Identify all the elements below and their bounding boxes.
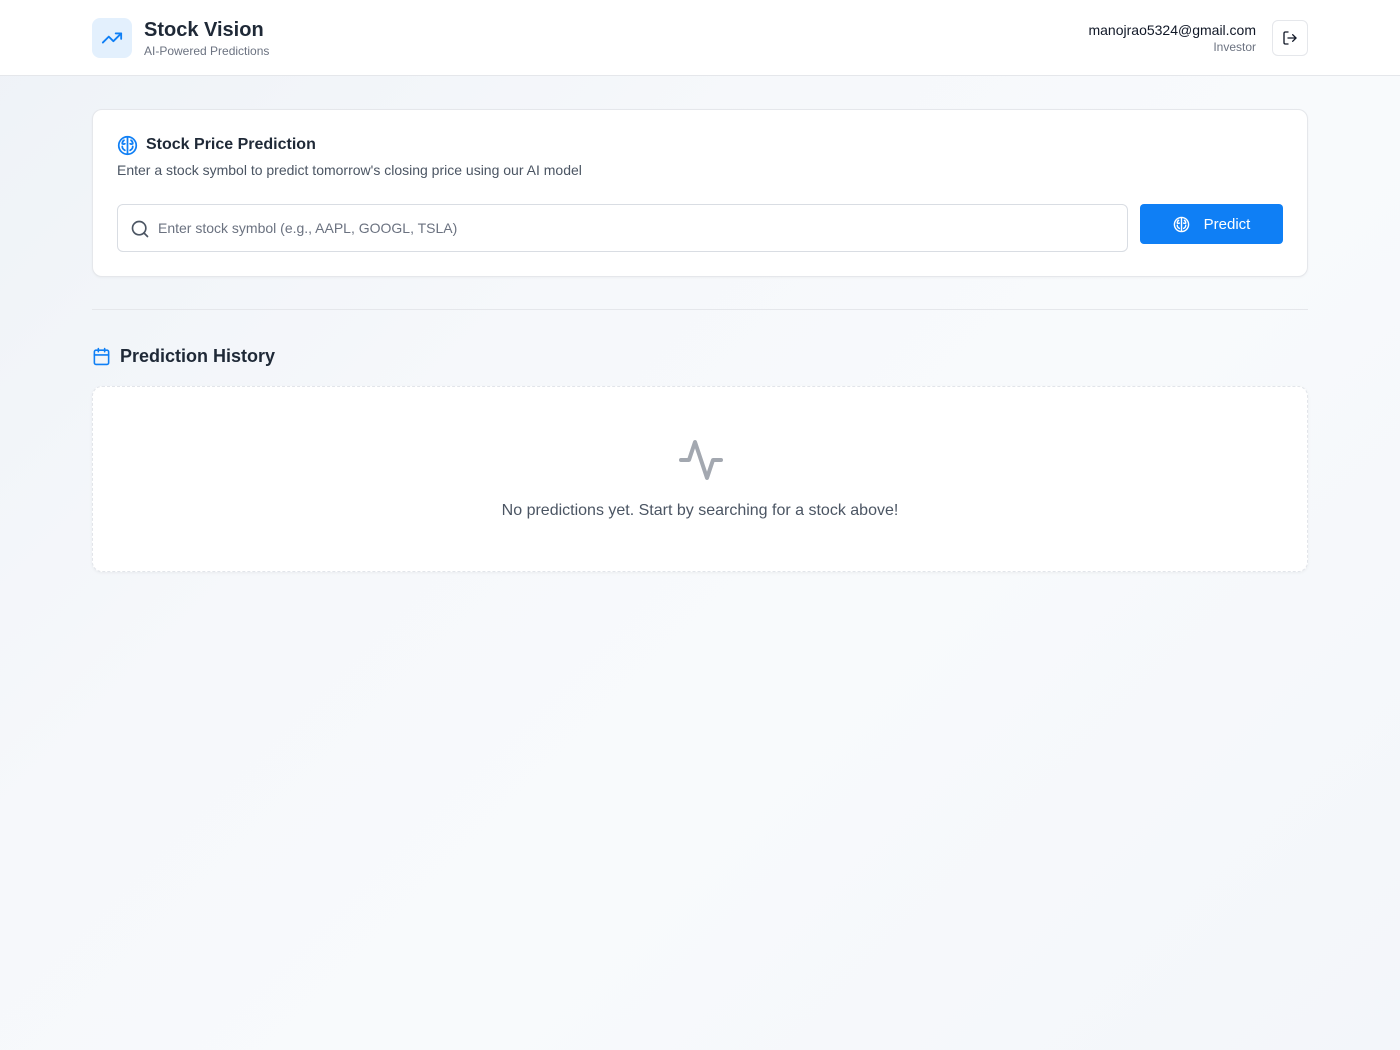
brain-icon xyxy=(117,135,138,155)
predict-button[interactable]: Predict xyxy=(1140,204,1283,244)
search-field[interactable] xyxy=(117,204,1128,252)
stock-symbol-input[interactable] xyxy=(158,205,1118,251)
history-empty-state: No predictions yet. Start by searching f… xyxy=(92,386,1308,572)
log-out-icon xyxy=(1283,31,1297,45)
user-email: manojrao5324@gmail.com xyxy=(1088,22,1256,38)
app-title: Stock Vision xyxy=(144,19,264,41)
prediction-card-title: Stock Price Prediction xyxy=(146,136,316,153)
empty-state-message: No predictions yet. Start by searching f… xyxy=(501,502,899,519)
trending-up-icon xyxy=(101,32,123,44)
user-role: Investor xyxy=(1213,40,1256,54)
app-logo xyxy=(92,18,132,58)
activity-icon xyxy=(679,440,723,480)
history-title: Prediction History xyxy=(120,345,276,366)
history-header: Prediction History xyxy=(92,344,275,368)
app-subtitle: AI-Powered Predictions xyxy=(144,44,270,58)
logout-button[interactable] xyxy=(1272,20,1308,56)
prediction-card-description: Enter a stock symbol to predict tomorrow… xyxy=(117,162,582,178)
section-divider xyxy=(92,309,1308,310)
predict-button-label: Predict xyxy=(1203,215,1251,233)
app-header: Stock Vision AI-Powered Predictions mano… xyxy=(0,0,1400,76)
prediction-card-header: Stock Price Prediction xyxy=(117,134,316,156)
calendar-icon xyxy=(93,347,110,365)
search-icon xyxy=(131,220,149,238)
prediction-card: Stock Price Prediction Enter a stock sym… xyxy=(92,109,1308,277)
brain-icon xyxy=(1173,216,1189,232)
